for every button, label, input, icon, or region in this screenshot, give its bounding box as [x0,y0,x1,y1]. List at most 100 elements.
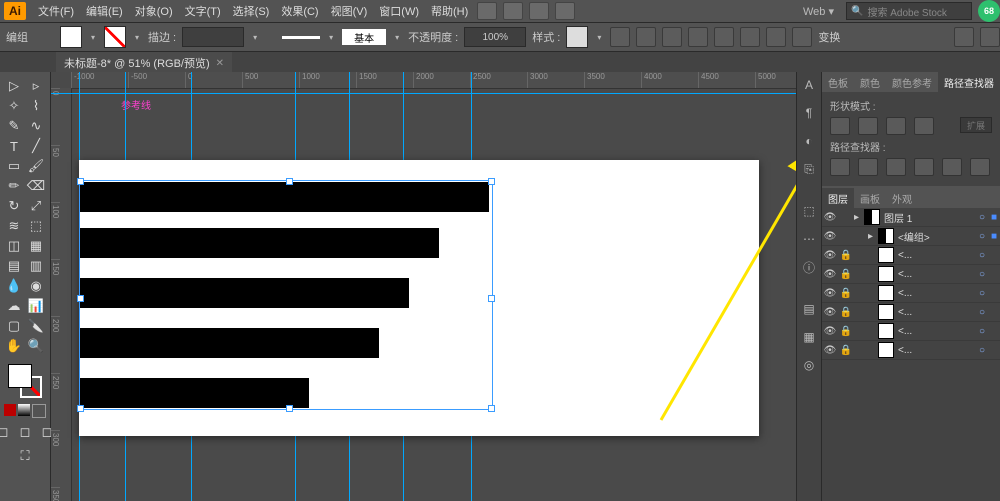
menu-type[interactable]: 文字(T) [179,1,227,21]
layer-row[interactable]: 👁🔒<...○ [822,246,1000,265]
menu-view[interactable]: 视图(V) [325,1,374,21]
minus-back-icon[interactable] [970,158,990,176]
expand-toggle-icon[interactable]: ▸ [868,231,878,242]
align-l-icon[interactable] [636,27,656,47]
layer-row[interactable]: 👁🔒<...○ [822,284,1000,303]
layer-name[interactable]: <编组> [898,229,976,244]
layers-panel-icon[interactable]: ▦ [800,328,818,346]
trim-icon[interactable] [858,158,878,176]
tab-pathfinder[interactable]: 路径查找器 [938,72,1000,92]
exclude-icon[interactable] [914,117,934,135]
color-mode-icon[interactable] [4,404,16,416]
align-c-icon[interactable] [662,27,682,47]
eraser-tool[interactable]: ⌫ [26,176,46,196]
shaper-tool[interactable]: ✏ [4,176,24,196]
target-icon[interactable]: ○ [976,212,988,223]
layer-row[interactable]: 👁▸<编组>○■ [822,227,1000,246]
align-m-icon[interactable] [740,27,760,47]
expand-toggle-icon[interactable]: ▸ [854,212,864,223]
draw-behind-icon[interactable]: ◻ [15,422,35,442]
target-icon[interactable]: ○ [976,288,988,299]
glyphs-panel-icon[interactable]: ◐ [800,132,818,150]
visibility-toggle[interactable]: 👁 [822,269,838,280]
merge-icon[interactable] [886,158,906,176]
layer-row[interactable]: 👁🔒<...○ [822,341,1000,360]
style-swatch[interactable] [566,26,588,48]
brush-tool[interactable]: 🖌 [26,156,46,176]
tab-artboards[interactable]: 画板 [854,188,886,208]
swatches-panel-icon[interactable]: ◎ [800,356,818,374]
crop-icon[interactable] [914,158,934,176]
width-tool[interactable]: ≋ [4,216,24,236]
user-avatar[interactable]: 68 [978,0,1000,22]
workspace-switcher[interactable]: Web ▾ [803,5,834,18]
shape-builder-tool[interactable]: ◫ [4,236,24,256]
layer-name[interactable]: <... [898,326,976,337]
lock-toggle[interactable]: 🔒 [838,307,854,318]
expand-button[interactable]: 扩展 [960,117,992,133]
target-icon[interactable]: ○ [976,269,988,280]
scale-tool[interactable]: ⤢ [26,196,46,216]
stroke-dropdown-icon[interactable]: ▾ [132,30,142,44]
brush-basic[interactable]: 基本 [342,29,386,45]
artboard-tool[interactable]: ▢ [4,316,24,336]
free-transform-tool[interactable]: ⬚ [26,216,46,236]
search-input[interactable]: 🔍 搜索 Adobe Stock [846,2,972,20]
fill-dropdown-icon[interactable]: ▾ [88,30,98,44]
target-icon[interactable]: ○ [976,326,988,337]
recolor-icon[interactable] [610,27,630,47]
target-icon[interactable]: ○ [976,345,988,356]
align-t-icon[interactable] [714,27,734,47]
selection-tool[interactable]: ▷ [4,76,24,96]
layer-name[interactable]: <... [898,269,976,280]
lock-toggle[interactable]: 🔒 [838,345,854,356]
tab-appearance[interactable]: 外观 [886,188,918,208]
info-panel-icon[interactable]: ⓘ [800,258,818,276]
slice-tool[interactable]: 🔪 [26,316,46,336]
lock-toggle[interactable]: 🔒 [838,269,854,280]
visibility-toggle[interactable]: 👁 [822,212,838,223]
mesh-tool[interactable]: ▤ [4,256,24,276]
bridge-icon[interactable] [477,2,497,20]
gradient-mode-icon[interactable] [18,404,30,416]
rotate-tool[interactable]: ↻ [4,196,24,216]
lock-toggle[interactable]: 🔒 [838,326,854,337]
menu-effect[interactable]: 效果(C) [275,1,324,21]
draw-normal-icon[interactable]: ◻ [0,422,13,442]
layer-name[interactable]: <... [898,307,976,318]
stroke-profile-dd[interactable]: ▾ [326,30,336,44]
tab-color[interactable]: 颜色 [854,72,886,92]
align-r-icon[interactable] [688,27,708,47]
canvas[interactable]: -1000-5000500100015002000250030003500400… [51,72,796,501]
visibility-toggle[interactable]: 👁 [822,250,838,261]
opacity-input[interactable]: 100% [464,27,526,47]
layer-row[interactable]: 👁🔒<...○ [822,303,1000,322]
stroke-profile[interactable] [282,36,320,39]
visibility-toggle[interactable]: 👁 [822,345,838,356]
rectangle-tool[interactable]: ▭ [4,156,24,176]
arrange-icon[interactable] [503,2,523,20]
layer-name[interactable]: <... [898,250,976,261]
properties-panel-icon[interactable]: ⋯ [800,230,818,248]
stroke-swatch[interactable] [104,26,126,48]
hand-tool[interactable]: ✋ [4,336,24,356]
visibility-toggle[interactable]: 👁 [822,326,838,337]
graph-tool[interactable]: 📊 [26,296,46,316]
outline-icon[interactable] [942,158,962,176]
document-tab[interactable]: 未标题-8* @ 51% (RGB/预览) ✕ [56,52,232,74]
stock-icon[interactable] [529,2,549,20]
library-panel-icon[interactable]: ▤ [800,300,818,318]
close-tab-icon[interactable]: ✕ [216,58,224,69]
layer-row[interactable]: 👁🔒 <...○ [822,322,1000,341]
menu-object[interactable]: 对象(O) [129,1,179,21]
stroke-weight-dd[interactable]: ▾ [250,30,260,44]
menu-window[interactable]: 窗口(W) [373,1,425,21]
menu-file[interactable]: 文件(F) [32,1,80,21]
lasso-tool[interactable]: ⌇ [26,96,46,116]
divide-icon[interactable] [830,158,850,176]
opt-more-icon[interactable] [980,27,1000,47]
menu-select[interactable]: 选择(S) [227,1,276,21]
visibility-toggle[interactable]: 👁 [822,288,838,299]
target-icon[interactable]: ○ [976,307,988,318]
none-mode-icon[interactable] [32,404,46,418]
